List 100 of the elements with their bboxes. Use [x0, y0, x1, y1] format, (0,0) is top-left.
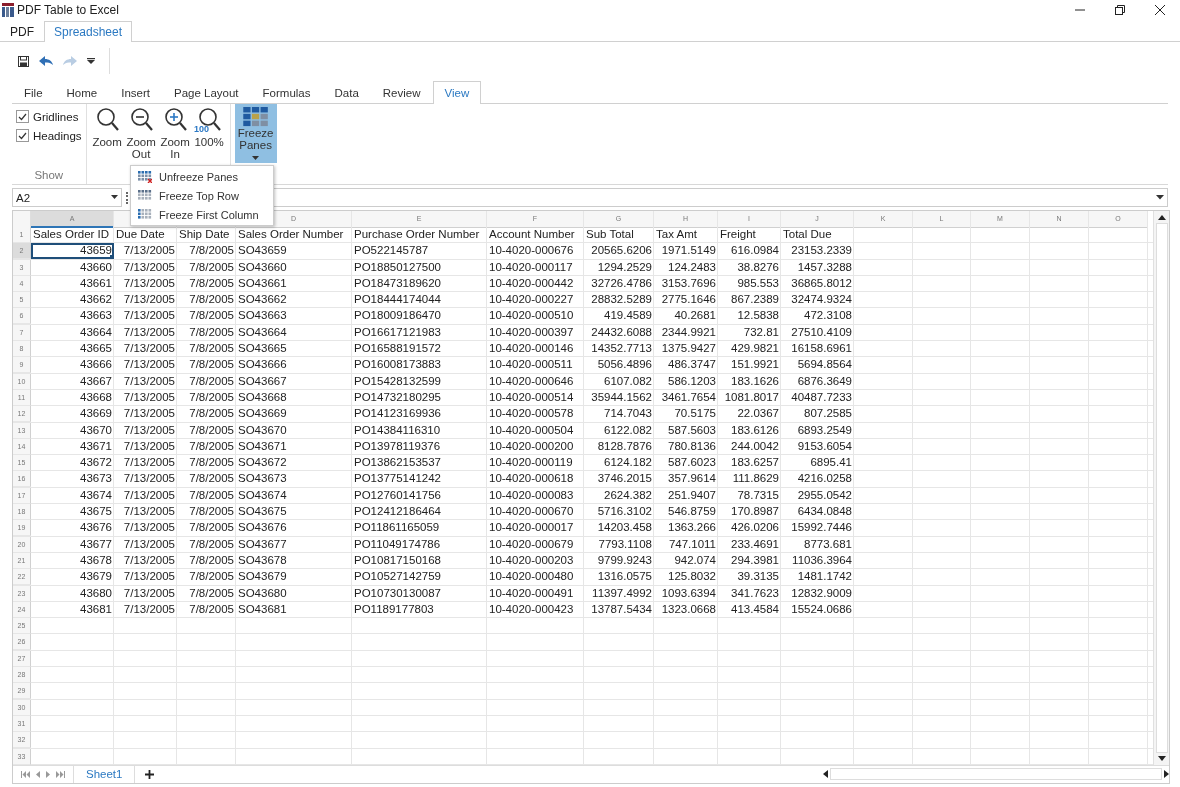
- table-cell-text: SO43667: [237, 373, 288, 389]
- last-sheet-icon[interactable]: [56, 770, 65, 778]
- table-cell-text: 7/8/2005: [188, 422, 235, 438]
- table-cell-text: 5694.8564: [796, 357, 853, 373]
- table-cell-text: 7/8/2005: [188, 536, 235, 552]
- first-sheet-icon[interactable]: [21, 770, 30, 778]
- table-cell-text: 7/13/2005: [122, 455, 176, 471]
- horizontal-scrollbar[interactable]: [823, 767, 1169, 782]
- table-cell-text: 1294.2529: [596, 259, 653, 275]
- menu-item[interactable]: Freeze Top Row: [131, 186, 273, 205]
- table-cell-text: Account Number: [488, 227, 576, 242]
- scroll-right-icon[interactable]: [1164, 770, 1169, 779]
- freeze-panes-button[interactable]: Freeze Panes: [234, 104, 277, 163]
- table-cell: 43659: [31, 243, 114, 260]
- ribbon-tab[interactable]: Data: [322, 82, 371, 103]
- scroll-up-icon[interactable]: [1157, 215, 1166, 220]
- save-icon[interactable]: [18, 55, 29, 67]
- table-cell-text: 43667: [79, 373, 113, 389]
- ribbon-tab[interactable]: Formulas: [250, 82, 323, 103]
- table-cell-text: 15524.0686: [790, 601, 853, 617]
- table-cell-text: 43675: [79, 504, 113, 520]
- scroll-left-icon[interactable]: [823, 770, 828, 779]
- table-cell-text: 1375.9427: [660, 341, 717, 357]
- table-cell-text: Total Due: [782, 227, 833, 242]
- table-cell-text: 7/13/2005: [122, 373, 176, 389]
- freeze-grid-icon: [241, 107, 270, 127]
- previous-sheet-icon[interactable]: [36, 770, 40, 778]
- table-cell-text: SO43664: [237, 324, 288, 340]
- table-cell-text: 43678: [79, 552, 113, 568]
- table-cell-text: SO43661: [237, 275, 288, 291]
- table-cell-text: 151.9921: [730, 357, 780, 373]
- table-cell-text: 5716.3102: [596, 504, 653, 520]
- table-cell-text: 7/8/2005: [188, 243, 235, 259]
- table-cell-text: 7/13/2005: [122, 275, 176, 291]
- name-box[interactable]: A2: [12, 188, 122, 207]
- vertical-scrollbar[interactable]: [1153, 211, 1169, 765]
- table-cell-text: 7/8/2005: [188, 324, 235, 340]
- next-sheet-icon[interactable]: [46, 770, 50, 778]
- table-cell-text: 43661: [79, 275, 113, 291]
- undo-icon[interactable]: [39, 56, 53, 66]
- grid-icon: [138, 189, 152, 202]
- table-cell-text: 43676: [79, 520, 113, 536]
- table-cell-text: 429.9821: [730, 341, 780, 357]
- table-cell-text: 125.8032: [667, 569, 717, 585]
- table-cell-text: Sub Total: [585, 227, 635, 242]
- ribbon-tab[interactable]: View: [432, 81, 482, 104]
- zoom-button[interactable]: Zoom Out: [124, 106, 158, 166]
- app-tab[interactable]: PDF: [0, 21, 44, 41]
- app-tab[interactable]: Spreadsheet: [44, 21, 133, 42]
- table-cell-text: 39.3135: [736, 569, 780, 585]
- checkbox[interactable]: [16, 129, 29, 142]
- table-cell-text: 1457.3288: [796, 259, 853, 275]
- table-cell-text: PO18444174044: [353, 292, 442, 308]
- table-cell-text: SO43675: [237, 504, 288, 520]
- table-cell-text: 586.1203: [667, 373, 717, 389]
- table-cell-text: SO43669: [237, 406, 288, 422]
- table-cell-text: 10-4020-000117: [488, 259, 574, 275]
- ribbon-tab[interactable]: Home: [54, 82, 110, 103]
- scroll-down-icon[interactable]: [1157, 755, 1166, 761]
- table-cell-text: 43671: [79, 438, 113, 454]
- table-cell-text: 807.2585: [803, 406, 853, 422]
- ribbon-tab[interactable]: Review: [370, 82, 433, 103]
- zoom-button[interactable]: Zoom: [90, 106, 124, 166]
- table-cell-text: 43660: [79, 259, 113, 275]
- table-cell-text: 546.8759: [667, 504, 717, 520]
- table-cell-text: 43681: [79, 601, 113, 617]
- table-cell-text: 28832.5289: [590, 292, 653, 308]
- table-cell-text: 1323.0668: [660, 601, 717, 617]
- zoom-button[interactable]: Zoom In: [158, 106, 192, 166]
- table-cell-text: 747.1011: [667, 536, 717, 552]
- table-cell-text: 12832.9009: [790, 585, 853, 601]
- table-cell-text: PO16588191572: [353, 341, 442, 357]
- magnifier-icon: [128, 106, 155, 132]
- menu-item[interactable]: Unfreeze Panes: [131, 167, 273, 186]
- table-cell-text: 43677: [79, 536, 113, 552]
- magnifier-icon: [94, 106, 121, 132]
- table-cell-text: 183.1626: [730, 373, 780, 389]
- table-cell-text: 35944.1562: [590, 389, 653, 405]
- table-cell-text: 7/13/2005: [122, 243, 176, 259]
- zoom-button[interactable]: 100 100%: [192, 106, 226, 166]
- table-cell-text: 587.6023: [667, 455, 717, 471]
- checkbox[interactable]: [16, 110, 29, 123]
- table-cell-text: 867.2389: [730, 292, 780, 308]
- table-cell-text: PO13862153537: [353, 455, 442, 471]
- table-cell-text: 2775.1646: [660, 292, 717, 308]
- table-cell-text: PO18009186470: [353, 308, 442, 324]
- table-cell-text: 7/13/2005: [122, 389, 176, 405]
- table-cell-text: 43673: [79, 471, 113, 487]
- table-cell-text: 1093.6394: [660, 585, 717, 601]
- ribbon-tab[interactable]: File: [12, 82, 55, 103]
- table-cell-text: 7/8/2005: [188, 275, 235, 291]
- table-cell-text: PO15428132599: [353, 373, 442, 389]
- table-cell-text: 419.4589: [603, 308, 653, 324]
- table-cell-text: 7/8/2005: [188, 569, 235, 585]
- ribbon-tab[interactable]: Insert: [109, 82, 162, 103]
- magnifier-icon: [196, 106, 223, 132]
- table-cell-text: 10-4020-000646: [488, 373, 575, 389]
- ribbon-tab[interactable]: Page Layout: [162, 82, 251, 103]
- caret-icon[interactable]: [87, 58, 95, 64]
- table-cell-text: 6876.3649: [796, 373, 853, 389]
